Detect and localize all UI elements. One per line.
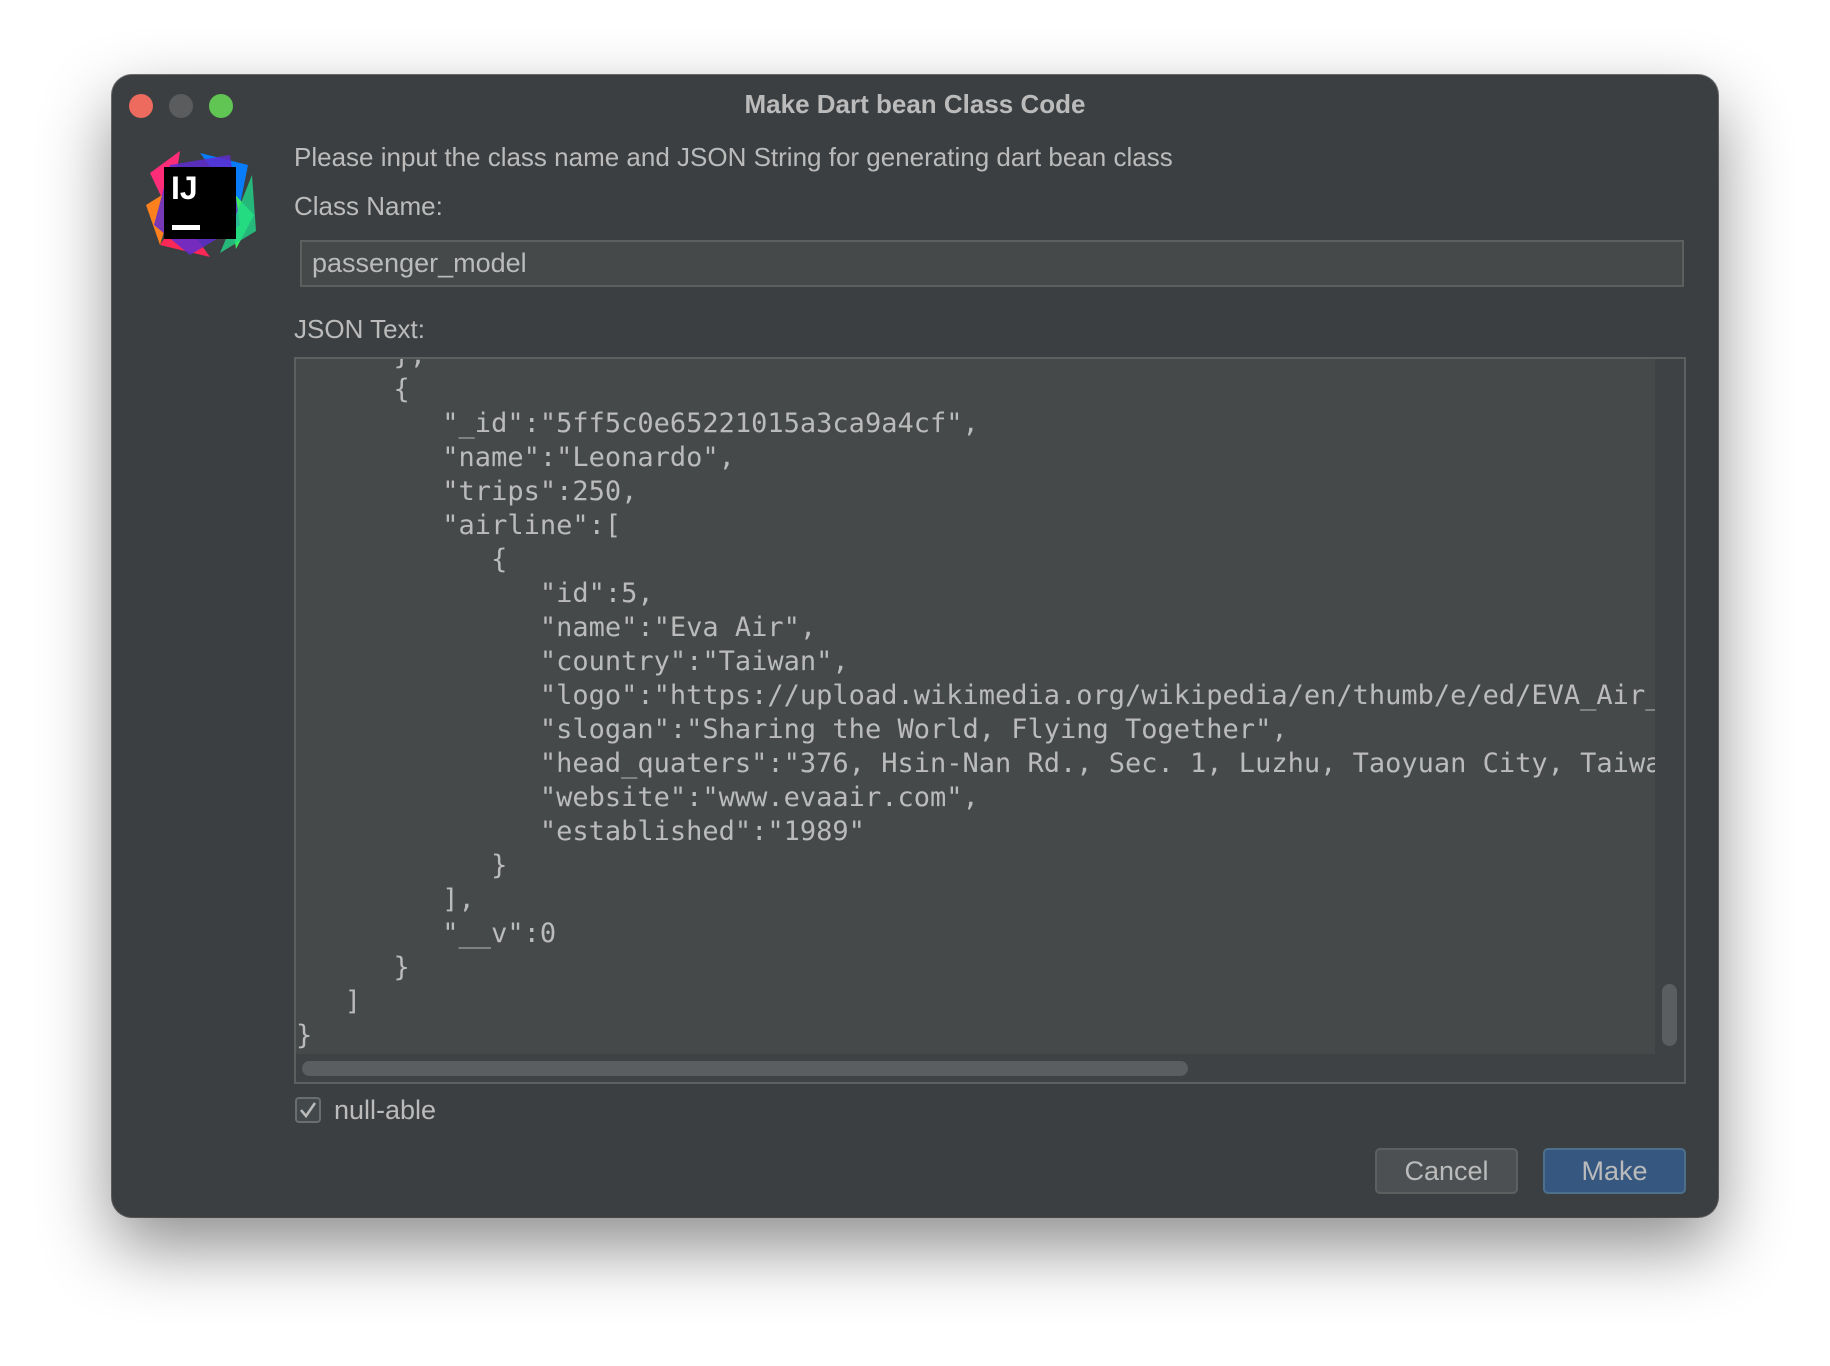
vertical-scrollbar[interactable]	[1655, 359, 1684, 1054]
nullable-label: null-able	[334, 1095, 437, 1125]
window-title: Make Dart bean Class Code	[744, 89, 1086, 119]
make-button[interactable]: Make	[1543, 1148, 1686, 1194]
class-name-label: Class Name:	[294, 191, 443, 221]
dialog-window: Make Dart bean Class Code IJ Please inpu…	[112, 75, 1718, 1217]
nullable-checkbox[interactable]	[295, 1097, 321, 1123]
title-bar: Make Dart bean Class Code	[112, 75, 1718, 133]
instruction-text: Please input the class name and JSON Str…	[294, 142, 1173, 172]
vertical-scroll-thumb[interactable]	[1662, 984, 1677, 1046]
cancel-button[interactable]: Cancel	[1375, 1148, 1518, 1194]
check-icon	[300, 1102, 317, 1119]
json-text-label: JSON Text:	[294, 314, 426, 344]
json-text-area[interactable]: }, { "_id":"5ff5c0e65221015a3ca9a4cf", "…	[294, 357, 1686, 1084]
intellij-logo-icon: IJ	[140, 145, 258, 263]
horizontal-scroll-thumb[interactable]	[302, 1061, 1188, 1076]
svg-text:IJ: IJ	[171, 170, 198, 206]
horizontal-scrollbar[interactable]	[296, 1054, 1684, 1082]
json-text-content[interactable]: }, { "_id":"5ff5c0e65221015a3ca9a4cf", "…	[296, 359, 1655, 1053]
class-name-input[interactable]: passenger_model	[300, 240, 1684, 287]
